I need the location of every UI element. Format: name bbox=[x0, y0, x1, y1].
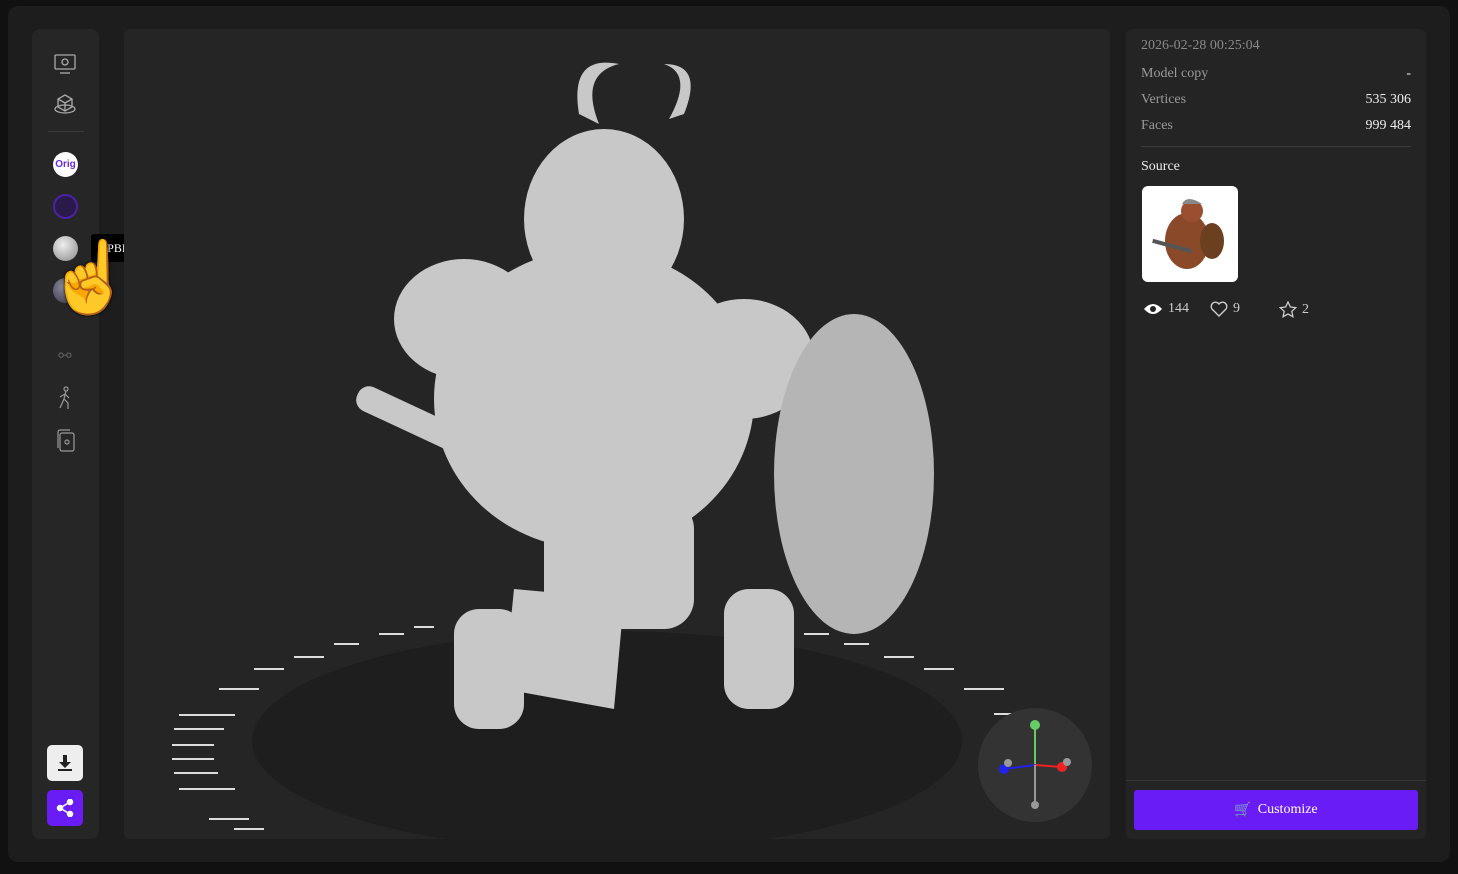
hand-cursor-icon: ☝ bbox=[46, 240, 134, 317]
customize-button[interactable]: 🛒 Customize bbox=[1134, 790, 1418, 830]
model-copy-row: Model copy - bbox=[1141, 66, 1411, 81]
viking-boar-model bbox=[356, 62, 934, 729]
divider bbox=[1141, 146, 1411, 147]
original-material-button[interactable]: Orig bbox=[53, 152, 78, 177]
display-settings-icon[interactable] bbox=[52, 51, 78, 77]
app-window: Orig ⚯ PBR ☝ 2026-02-28 00:25:04 Model c… bbox=[8, 6, 1450, 862]
source-image-thumbnail[interactable] bbox=[1142, 186, 1238, 282]
model-view-icon[interactable] bbox=[52, 91, 78, 117]
faces-row: Faces 999 484 bbox=[1141, 118, 1411, 133]
download-button[interactable] bbox=[47, 745, 83, 781]
axis-gizmo[interactable] bbox=[978, 708, 1092, 822]
share-button[interactable] bbox=[47, 790, 83, 826]
favorite-button[interactable]: 2 bbox=[1279, 301, 1309, 318]
layers-icon[interactable] bbox=[52, 427, 78, 453]
divider bbox=[1126, 780, 1426, 781]
animation-walk-icon[interactable] bbox=[52, 385, 78, 411]
info-panel: 2026-02-28 00:25:04 Model copy - Vertices… bbox=[1126, 29, 1426, 839]
rig-icon[interactable]: ⚯ bbox=[52, 343, 78, 369]
vertices-row: Vertices 535 306 bbox=[1141, 92, 1411, 107]
like-button[interactable]: 9 bbox=[1210, 301, 1240, 317]
model-render bbox=[172, 62, 1024, 839]
cart-icon: 🛒 bbox=[1234, 802, 1252, 818]
views-stat: 144 bbox=[1143, 301, 1189, 317]
left-toolbar: Orig ⚯ bbox=[32, 29, 99, 839]
source-label: Source bbox=[1141, 159, 1180, 174]
3d-viewport[interactable] bbox=[124, 29, 1110, 839]
material-ball-purple[interactable] bbox=[53, 194, 78, 219]
divider bbox=[48, 131, 84, 132]
timestamp: 2026-02-28 00:25:04 bbox=[1141, 38, 1260, 53]
